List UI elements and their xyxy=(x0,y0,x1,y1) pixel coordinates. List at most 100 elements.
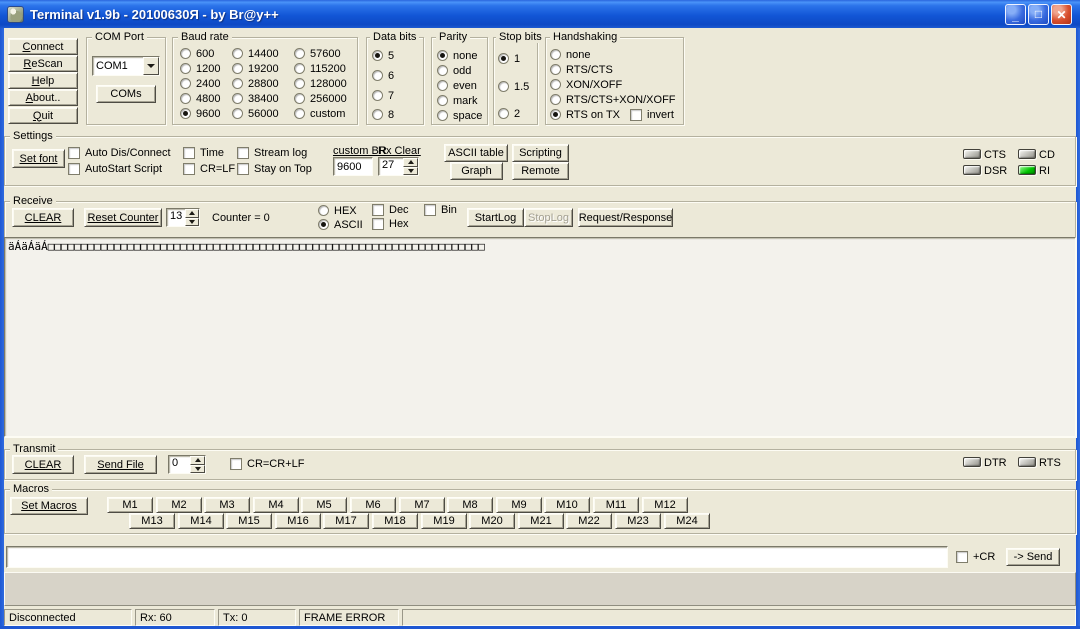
macro-button-m8[interactable]: M8 xyxy=(447,497,493,513)
autostart-script-checkbox[interactable]: AutoStart Script xyxy=(68,162,162,175)
hex-checkbox[interactable]: Hex xyxy=(372,217,409,230)
receive-count-spinner[interactable]: 13 xyxy=(166,208,200,227)
macro-button-m17[interactable]: M17 xyxy=(323,513,369,529)
baud-option-57600[interactable]: 57600 xyxy=(294,47,341,60)
parity-option-mark[interactable]: mark xyxy=(437,94,477,107)
invert-checkbox[interactable]: invert xyxy=(630,108,674,121)
help-button[interactable]: Help xyxy=(8,72,78,89)
quit-button[interactable]: Quit xyxy=(8,107,78,124)
stop-bits-option-1.5[interactable]: 1.5 xyxy=(498,80,529,93)
handshaking-option-rtsontx[interactable]: RTS on TX xyxy=(550,108,620,121)
macro-button-m4[interactable]: M4 xyxy=(253,497,299,513)
stop-bits-option-1[interactable]: 1 xyxy=(498,52,520,65)
parity-option-none[interactable]: none xyxy=(437,49,477,62)
baud-option-2400[interactable]: 2400 xyxy=(180,77,220,90)
title-bar[interactable]: Terminal v1.9b - 20100630Я - by Br@y++ _… xyxy=(0,0,1080,28)
dtr-led[interactable] xyxy=(963,457,981,467)
dec-checkbox[interactable]: Dec xyxy=(372,203,409,216)
set-macros-button[interactable]: Set Macros xyxy=(10,497,88,515)
handshaking-option-xonxoff[interactable]: XON/XOFF xyxy=(550,78,622,91)
parity-option-odd[interactable]: odd xyxy=(437,64,471,77)
parity-option-even[interactable]: even xyxy=(437,79,477,92)
send-button[interactable]: -> Send xyxy=(1006,548,1060,566)
macro-button-m20[interactable]: M20 xyxy=(469,513,515,529)
baud-option-4800[interactable]: 4800 xyxy=(180,92,220,105)
transmit-clear-button[interactable]: CLEAR xyxy=(12,455,74,474)
crlf-checkbox[interactable]: CR=LF xyxy=(183,162,235,175)
rx-clear-spinner[interactable]: 27 xyxy=(378,157,419,176)
macro-button-m18[interactable]: M18 xyxy=(372,513,418,529)
send-input[interactable] xyxy=(6,546,948,568)
stay-on-top-checkbox[interactable]: Stay on Top xyxy=(237,162,312,175)
baud-option-38400[interactable]: 38400 xyxy=(232,92,279,105)
receive-clear-button[interactable]: CLEAR xyxy=(12,208,74,227)
stream-log-checkbox[interactable]: Stream log xyxy=(237,146,307,159)
receive-mode-hex-radio[interactable]: HEX xyxy=(318,204,357,217)
macro-button-m19[interactable]: M19 xyxy=(421,513,467,529)
handshaking-option-none[interactable]: none xyxy=(550,48,590,61)
baud-option-256000[interactable]: 256000 xyxy=(294,92,347,105)
baud-option-600[interactable]: 600 xyxy=(180,47,214,60)
macro-button-m12[interactable]: M12 xyxy=(642,497,688,513)
com-port-dropdown-button[interactable] xyxy=(143,57,159,75)
macro-button-m3[interactable]: M3 xyxy=(204,497,250,513)
macro-button-m6[interactable]: M6 xyxy=(350,497,396,513)
connect-button[interactable]: Connect xyxy=(8,38,78,55)
macro-button-m21[interactable]: M21 xyxy=(518,513,564,529)
baud-option-19200[interactable]: 19200 xyxy=(232,62,279,75)
data-bits-option-6[interactable]: 6 xyxy=(372,69,394,82)
macro-button-m2[interactable]: M2 xyxy=(156,497,202,513)
baud-option-1200[interactable]: 1200 xyxy=(180,62,220,75)
baud-option-115200[interactable]: 115200 xyxy=(294,62,346,75)
parity-option-space[interactable]: space xyxy=(437,109,482,122)
receive-data-area[interactable]: äÁäÁäÁ□□□□□□□□□□□□□□□□□□□□□□□□□□□□□□□□□□… xyxy=(4,237,1076,437)
receive-mode-ascii-radio[interactable]: ASCII xyxy=(318,218,363,231)
set-font-button[interactable]: Set font xyxy=(12,149,65,168)
about-button[interactable]: About.. xyxy=(8,89,78,106)
stoplog-button[interactable]: StopLog xyxy=(524,208,573,227)
baud-option-56000[interactable]: 56000 xyxy=(232,107,279,120)
macro-button-m14[interactable]: M14 xyxy=(178,513,224,529)
close-button[interactable]: ✕ xyxy=(1051,4,1072,25)
macro-button-m9[interactable]: M9 xyxy=(496,497,542,513)
handshaking-option-both[interactable]: RTS/CTS+XON/XOFF xyxy=(550,93,676,106)
data-bits-option-8[interactable]: 8 xyxy=(372,108,394,121)
baud-option-128000[interactable]: 128000 xyxy=(294,77,347,90)
macro-button-m5[interactable]: M5 xyxy=(301,497,347,513)
ascii-table-button[interactable]: ASCII table xyxy=(444,144,508,162)
macro-button-m23[interactable]: M23 xyxy=(615,513,661,529)
spin-up-button[interactable] xyxy=(185,209,199,218)
scripting-button[interactable]: Scripting xyxy=(512,144,569,162)
transmit-delay-spinner[interactable]: 0 xyxy=(168,455,206,474)
bin-checkbox[interactable]: Bin xyxy=(424,203,457,216)
baud-option-custom[interactable]: custom xyxy=(294,107,345,120)
rts-led[interactable] xyxy=(1018,457,1036,467)
macro-button-m15[interactable]: M15 xyxy=(226,513,272,529)
handshaking-option-rtscts[interactable]: RTS/CTS xyxy=(550,63,613,76)
baud-option-9600[interactable]: 9600 xyxy=(180,107,220,120)
spin-down-button[interactable] xyxy=(185,218,199,227)
custom-br-input[interactable]: 9600 xyxy=(333,157,373,176)
baud-option-28800[interactable]: 28800 xyxy=(232,77,279,90)
spin-down-button[interactable] xyxy=(190,465,205,474)
minimize-button[interactable]: _ xyxy=(1005,4,1026,25)
spin-down-button[interactable] xyxy=(403,167,418,176)
plus-cr-checkbox[interactable]: +CR xyxy=(956,550,995,563)
stop-bits-option-2[interactable]: 2 xyxy=(498,107,520,120)
macro-button-m13[interactable]: M13 xyxy=(129,513,175,529)
spin-up-button[interactable] xyxy=(403,158,418,167)
maximize-button[interactable]: □ xyxy=(1028,4,1049,25)
auto-disconnect-checkbox[interactable]: Auto Dis/Connect xyxy=(68,146,171,159)
remote-button[interactable]: Remote xyxy=(512,162,569,180)
data-bits-option-7[interactable]: 7 xyxy=(372,89,394,102)
data-bits-option-5[interactable]: 5 xyxy=(372,49,394,62)
macro-button-m7[interactable]: M7 xyxy=(399,497,445,513)
graph-button[interactable]: Graph xyxy=(450,162,503,180)
macro-button-m22[interactable]: M22 xyxy=(566,513,612,529)
reset-counter-button[interactable]: Reset Counter xyxy=(84,208,162,227)
coms-button[interactable]: COMs xyxy=(96,85,156,103)
cr-crlf-checkbox[interactable]: CR=CR+LF xyxy=(230,457,304,470)
request-response-button[interactable]: Request/Response xyxy=(578,208,673,227)
macro-button-m11[interactable]: M11 xyxy=(593,497,639,513)
macro-button-m10[interactable]: M10 xyxy=(544,497,590,513)
